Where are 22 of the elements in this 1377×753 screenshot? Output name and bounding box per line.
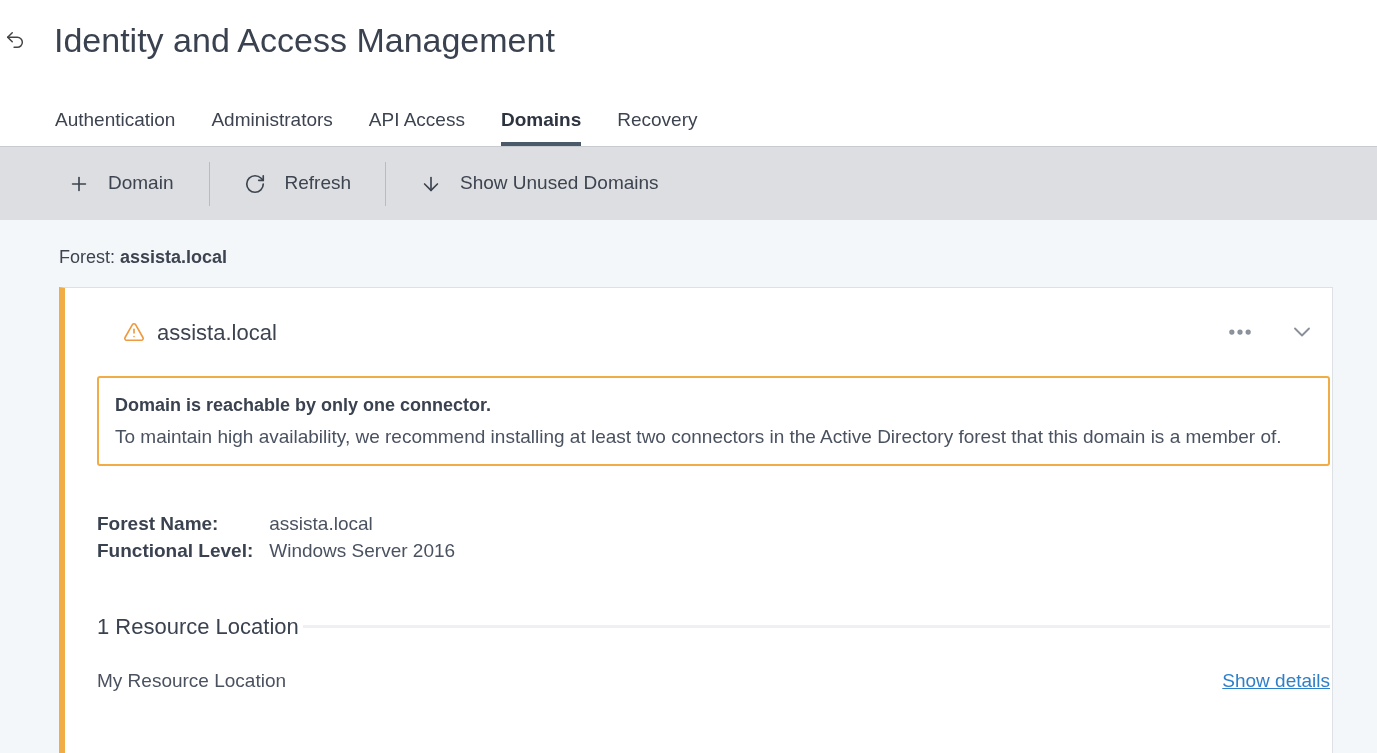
- toolbar-button[interactable]: Show Unused Domains: [386, 169, 693, 198]
- section-heading: 1 Resource Location: [97, 613, 300, 641]
- tab[interactable]: Recovery: [617, 105, 698, 146]
- resource-location-name: My Resource Location: [97, 669, 287, 693]
- alert-title: Domain is reachable by only one connector.: [115, 394, 493, 417]
- page-title: Identity and Access Management: [54, 19, 555, 61]
- tab[interactable]: Authentication: [55, 105, 176, 146]
- tab[interactable]: Administrators: [211, 105, 333, 146]
- back-icon[interactable]: [4, 29, 26, 51]
- detail-value: assista.local: [269, 512, 374, 536]
- refresh-icon: [244, 172, 267, 195]
- warning-icon: [123, 321, 145, 343]
- toolbar-button[interactable]: Refresh: [210, 169, 385, 198]
- tab[interactable]: API Access: [368, 105, 465, 146]
- domain-name: assista.local: [157, 318, 277, 347]
- show-details-link[interactable]: Show details: [1222, 667, 1330, 696]
- forest-label: Forest: assista.local: [59, 246, 229, 269]
- detail-label: Functional Level:: [97, 539, 254, 563]
- detail-value: Windows Server 2016: [269, 539, 457, 563]
- alert-message: To maintain high availability, we recommend installing at least two connectors in the Active Directory forest that this domain is a member of.: [115, 425, 1283, 449]
- toolbar-button[interactable]: Domain: [68, 169, 210, 198]
- detail-label: Forest Name:: [97, 512, 220, 536]
